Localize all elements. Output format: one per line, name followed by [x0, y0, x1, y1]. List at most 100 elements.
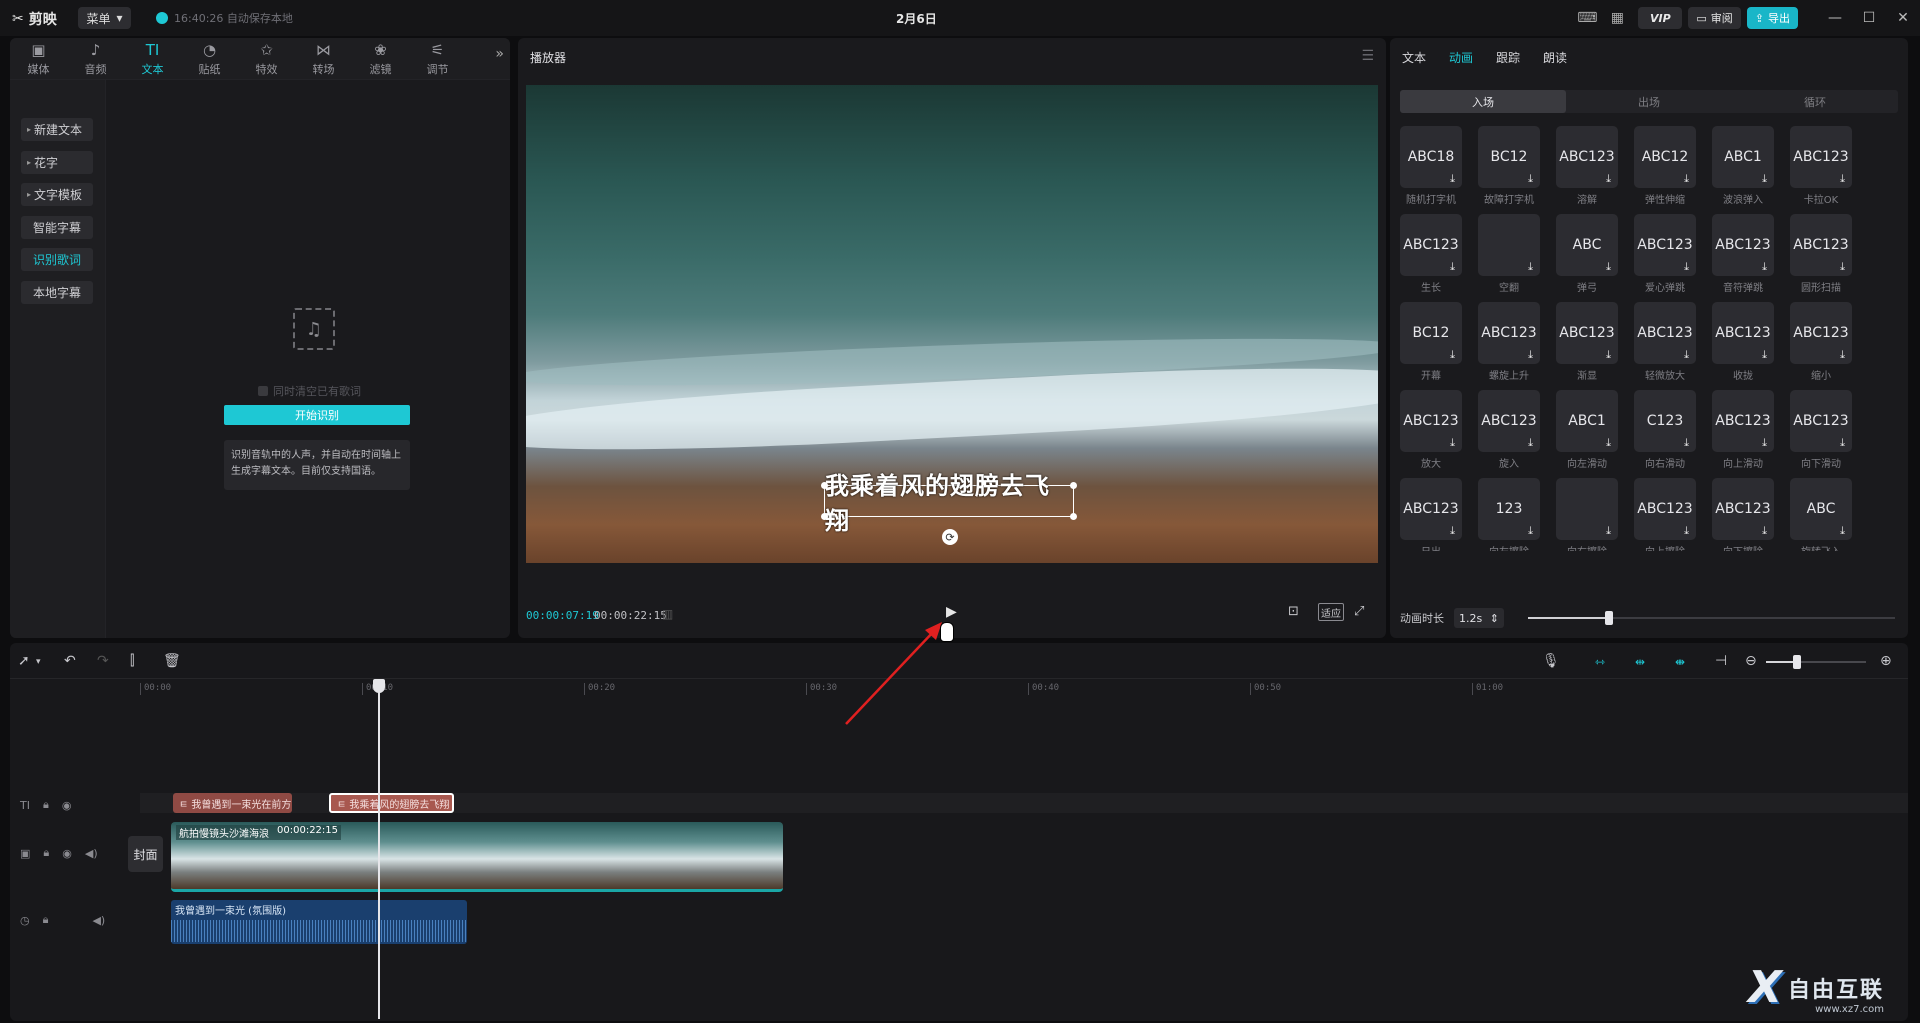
animation-preset[interactable]: ABC123 ⤓ 缩小	[1790, 302, 1852, 387]
sidebar-item-1[interactable]: ▸ 花字	[21, 150, 93, 174]
download-icon[interactable]: ⤓	[1524, 260, 1537, 273]
animation-preset[interactable]: ABC123 ⤓ 日出	[1400, 478, 1462, 551]
split-icon[interactable]: ⫿	[130, 653, 134, 669]
fullscreen-icon[interactable]: ⤢	[1354, 604, 1364, 619]
download-icon[interactable]: ⤓	[1446, 348, 1459, 361]
lock-icon[interactable]: 🔒︎	[43, 846, 49, 860]
download-icon[interactable]: ⤓	[1446, 436, 1459, 449]
segment-0[interactable]: 入场	[1400, 90, 1566, 113]
download-icon[interactable]: ⤓	[1446, 260, 1459, 273]
download-icon[interactable]: ⤓	[1758, 348, 1771, 361]
download-icon[interactable]: ⤓	[1680, 260, 1693, 273]
tool-transition[interactable]: ⋈ 转场	[295, 42, 352, 77]
auto-snap-icon[interactable]: ⇹	[1635, 655, 1645, 669]
animation-thumbnail[interactable]: ABC123 ⤓	[1400, 390, 1462, 452]
animation-preset[interactable]: ABC123 ⤓ 爱心弹跳	[1634, 214, 1696, 299]
animation-thumbnail[interactable]: ABC123 ⤓	[1634, 478, 1696, 540]
download-icon[interactable]: ⤓	[1602, 172, 1615, 185]
animation-preset[interactable]: ABC123 ⤓ 放大	[1400, 390, 1462, 475]
redo-icon[interactable]: ↷	[97, 653, 109, 669]
animation-preset[interactable]: ABC123 ⤓ 卡拉OK	[1790, 126, 1852, 211]
chevron-down-icon[interactable]: ▾	[36, 657, 41, 667]
animation-preset[interactable]: ABC1 ⤓ 波浪弹入	[1712, 126, 1774, 211]
sidebar-item-5[interactable]: 本地字幕	[21, 280, 93, 304]
microphone-icon[interactable]: 🎙	[1542, 653, 1560, 669]
sidebar-item-0[interactable]: ▸ 新建文本	[21, 118, 93, 141]
tool-text[interactable]: TI 文本	[124, 42, 181, 77]
download-icon[interactable]: ⤓	[1836, 348, 1849, 361]
tool-sticker[interactable]: ◔ 贴纸	[181, 42, 238, 77]
animation-thumbnail[interactable]: ABC123 ⤓	[1790, 126, 1852, 188]
download-icon[interactable]: ⤓	[1524, 436, 1537, 449]
play-button[interactable]: ▶	[946, 604, 957, 620]
download-icon[interactable]: ⤓	[1680, 348, 1693, 361]
download-icon[interactable]: ⤓	[1602, 260, 1615, 273]
cover-button[interactable]: 封面	[128, 836, 163, 872]
tool-filter[interactable]: ❀ 滤镜	[352, 42, 409, 77]
animation-preset[interactable]: ABC1 ⤓ 向左滑动	[1556, 390, 1618, 475]
tab-0[interactable]: 文本	[1402, 49, 1426, 66]
animation-preset[interactable]: ABC123 ⤓ 溶解	[1556, 126, 1618, 211]
tool-adjust[interactable]: ⚟ 调节	[409, 42, 466, 77]
close-icon[interactable]: ✕	[1886, 6, 1920, 30]
rotate-icon[interactable]: ⟳	[942, 529, 958, 545]
segment-2[interactable]: 循环	[1732, 90, 1898, 113]
animation-thumbnail[interactable]: ABC123 ⤓	[1712, 478, 1774, 540]
animation-thumbnail[interactable]: ABC123 ⤓	[1790, 302, 1852, 364]
audio-mute-icon[interactable]: ◀)	[92, 914, 105, 927]
animation-preset[interactable]: ABC123 ⤓ 生长	[1400, 214, 1462, 299]
animation-thumbnail[interactable]: ABC ⤓	[1790, 478, 1852, 540]
review-button[interactable]: ▭ 审阅	[1688, 7, 1741, 29]
download-icon[interactable]: ⤓	[1758, 172, 1771, 185]
main-track-magnet-icon[interactable]: ⇿	[1595, 655, 1605, 669]
animation-thumbnail[interactable]: ABC18 ⤓	[1400, 126, 1462, 188]
animation-thumbnail[interactable]: 123 ⤓	[1478, 478, 1540, 540]
download-icon[interactable]: ⤓	[1602, 524, 1615, 537]
animation-preset[interactable]: ABC123 ⤓ 向上滑动	[1712, 390, 1774, 475]
sidebar-item-3[interactable]: 智能字幕	[21, 215, 93, 239]
download-icon[interactable]: ⤓	[1758, 524, 1771, 537]
animation-preset[interactable]: ABC123 ⤓ 旋入	[1478, 390, 1540, 475]
clear-lyrics-option[interactable]: 同时清空已有歌词	[258, 383, 361, 399]
animation-thumbnail[interactable]: ABC123 ⤓	[1478, 302, 1540, 364]
animation-thumbnail[interactable]: BC12 ⤓	[1400, 302, 1462, 364]
animation-preset[interactable]: ABC18 ⤓ 随机打字机	[1400, 126, 1462, 211]
download-icon[interactable]: ⤓	[1524, 172, 1537, 185]
video-preview[interactable]: 我乘着风的翅膀去飞翔 ⟳	[526, 85, 1378, 563]
animation-preset[interactable]: ABC12 ⤓ 弹性伸缩	[1634, 126, 1696, 211]
tool-media[interactable]: ▣ 媒体	[10, 42, 67, 77]
animation-preset[interactable]: ⤓ 空翻	[1478, 214, 1540, 299]
animation-thumbnail[interactable]: C123 ⤓	[1634, 390, 1696, 452]
zoom-in-icon[interactable]: ⊕	[1880, 653, 1892, 669]
timeline-ruler[interactable]: 00:0000:1000:2000:3000:4000:5001:00	[140, 681, 1908, 699]
animation-preset[interactable]: ABC123 ⤓ 向下擦除	[1712, 478, 1774, 551]
screenshot-icon[interactable]: ⊡	[1288, 604, 1299, 619]
download-icon[interactable]: ⤓	[1446, 172, 1459, 185]
ratio-button[interactable]: 适应	[1318, 603, 1344, 621]
tool-effects[interactable]: ✩ 特效	[238, 42, 295, 77]
audio-clip[interactable]: 我曾遇到一束光 (氛围版)	[171, 900, 467, 944]
download-icon[interactable]: ⤓	[1680, 524, 1693, 537]
animation-thumbnail[interactable]: ABC123 ⤓	[1478, 390, 1540, 452]
animation-preset[interactable]: 123⤓ 向左擦除	[1478, 478, 1540, 551]
animation-preset[interactable]: ABC⤓ 旋转飞入	[1790, 478, 1852, 551]
lock-icon[interactable]: 🔒︎	[43, 913, 49, 927]
resize-handle[interactable]	[821, 482, 828, 489]
animation-preset[interactable]: ABC123 ⤓ 向下滑动	[1790, 390, 1852, 475]
stepper-icon[interactable]: ⇕	[1490, 612, 1499, 625]
undo-icon[interactable]: ↶	[64, 653, 76, 669]
download-icon[interactable]: ⤓	[1758, 260, 1771, 273]
animation-preset[interactable]: ABC123 ⤓ 音符弹跳	[1712, 214, 1774, 299]
maximize-icon[interactable]: ☐	[1852, 6, 1886, 30]
animation-thumbnail[interactable]: ⤓	[1556, 478, 1618, 540]
text-clip[interactable]: ㅌ 我曾遇到一束光在前方	[173, 793, 292, 813]
animation-thumbnail[interactable]: ABC ⤓	[1556, 214, 1618, 276]
tab-3[interactable]: 朗读	[1543, 49, 1567, 66]
download-icon[interactable]: ⤓	[1602, 436, 1615, 449]
animation-thumbnail[interactable]: ABC123 ⤓	[1712, 302, 1774, 364]
animation-thumbnail[interactable]: ABC1 ⤓	[1556, 390, 1618, 452]
animation-preset[interactable]: ⤓ 向右擦除	[1556, 478, 1618, 551]
download-icon[interactable]: ⤓	[1836, 524, 1849, 537]
animation-thumbnail[interactable]: ⤓	[1478, 214, 1540, 276]
duration-slider[interactable]	[1528, 611, 1895, 625]
